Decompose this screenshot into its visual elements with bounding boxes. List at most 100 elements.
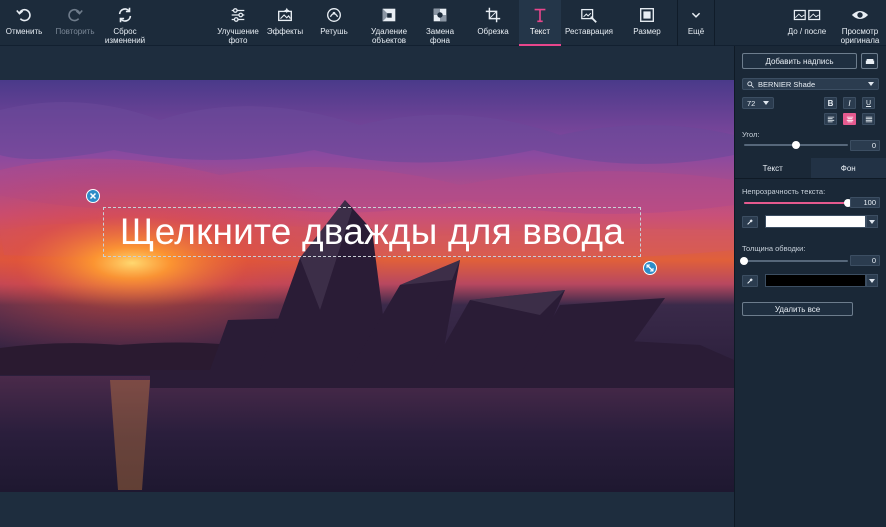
stroke-width-slider-knob[interactable] xyxy=(740,257,748,265)
opacity-slider[interactable] xyxy=(744,199,852,207)
text-color-picker-button[interactable] xyxy=(742,216,758,228)
add-caption-label: Добавить надпись xyxy=(765,56,834,66)
bold-button[interactable]: B xyxy=(824,97,837,109)
text-color-dropdown[interactable] xyxy=(866,215,878,228)
delete-all-button[interactable]: Удалить все xyxy=(742,302,853,316)
font-family-select[interactable]: BERNIER Shade xyxy=(742,78,879,90)
sofa-icon xyxy=(865,58,874,64)
delete-all-label: Удалить все xyxy=(774,304,821,314)
remove-objects-button[interactable]: Удаление объектов xyxy=(365,0,413,46)
text-tool-button[interactable]: Текст xyxy=(519,0,561,46)
replace-bg-button[interactable]: Замена фона xyxy=(418,0,462,46)
italic-icon: I xyxy=(848,98,851,108)
enhance-button[interactable]: Улучшение фото xyxy=(214,0,262,46)
canvas-area: Щелкните дважды для ввода xyxy=(0,46,734,527)
reset-button[interactable]: Сброс изменений xyxy=(100,0,150,46)
retouch-icon xyxy=(327,8,341,22)
tabs-divider xyxy=(735,178,886,179)
italic-button[interactable]: I xyxy=(843,97,856,109)
text-color-swatch[interactable] xyxy=(765,215,866,228)
effects-button[interactable]: Эффекты xyxy=(264,0,306,46)
restore-icon xyxy=(581,8,597,23)
photo-editor-app: Отменить Повторить Сброс изменений Улучш… xyxy=(0,0,886,527)
underline-button[interactable]: U xyxy=(862,97,875,109)
delete-text-handle[interactable] xyxy=(86,189,100,203)
tab-background-label: Фон xyxy=(840,163,856,173)
stroke-color-swatch[interactable] xyxy=(765,274,866,287)
angle-value: 0 xyxy=(871,141,876,150)
close-icon xyxy=(89,192,97,200)
redo-button[interactable]: Повторить xyxy=(52,0,98,46)
font-family-value: BERNIER Shade xyxy=(758,79,816,89)
undo-icon xyxy=(16,8,31,22)
text-properties-panel: Добавить надпись BERNIER Shade 72 B I U … xyxy=(734,46,886,527)
angle-slider-knob[interactable] xyxy=(792,141,800,149)
align-left-button[interactable] xyxy=(824,113,837,125)
align-justify-icon xyxy=(865,116,872,122)
remove-objects-label: Удаление объектов xyxy=(370,27,408,45)
crop-button[interactable]: Обрезка xyxy=(472,0,514,46)
font-size-select[interactable]: 72 xyxy=(742,97,774,109)
stroke-width-value-field[interactable]: 0 xyxy=(850,255,880,266)
redo-label: Повторить xyxy=(55,27,95,36)
text-layer-content[interactable]: Щелкните дважды для ввода xyxy=(120,211,624,253)
bold-icon: B xyxy=(827,98,834,108)
photo-image[interactable] xyxy=(0,80,734,492)
align-right-button[interactable] xyxy=(862,113,875,125)
resize-icon xyxy=(640,8,654,22)
resize-text-handle[interactable] xyxy=(643,261,657,275)
resize-arrows-icon xyxy=(646,264,654,272)
add-caption-button[interactable]: Добавить надпись xyxy=(742,53,857,69)
angle-slider[interactable] xyxy=(744,141,848,149)
tab-text-label: Текст xyxy=(762,163,783,173)
stroke-color-picker-button[interactable] xyxy=(742,275,758,287)
preview-original-button[interactable]: Просмотр оригинала xyxy=(836,0,884,46)
stroke-color-dropdown[interactable] xyxy=(866,274,878,287)
restore-label: Реставрация xyxy=(565,27,613,36)
enhance-label: Улучшение фото xyxy=(217,27,259,45)
tab-background[interactable]: Фон xyxy=(810,158,886,178)
opacity-value-field[interactable]: 100 xyxy=(850,197,880,208)
align-center-button[interactable] xyxy=(843,113,856,125)
angle-label: Угол: xyxy=(742,130,760,139)
tab-text[interactable]: Текст xyxy=(735,158,811,178)
text-layer-box[interactable]: Щелкните дважды для ввода xyxy=(103,207,641,257)
replace-bg-icon xyxy=(433,8,447,22)
eyedropper-icon xyxy=(747,278,753,284)
angle-value-field[interactable]: 0 xyxy=(850,140,880,151)
search-icon xyxy=(747,80,754,88)
reset-label: Сброс изменений xyxy=(104,27,146,45)
eye-icon xyxy=(851,10,869,20)
redo-icon xyxy=(68,8,83,22)
chevron-down-icon xyxy=(691,12,701,18)
retouch-button[interactable]: Ретушь xyxy=(313,0,355,46)
preview-original-label: Просмотр оригинала xyxy=(840,27,880,45)
before-after-icon xyxy=(793,9,821,21)
text-t-icon xyxy=(534,8,546,23)
opacity-slider-fill xyxy=(744,202,848,204)
opacity-value: 100 xyxy=(863,198,876,207)
reset-icon xyxy=(118,7,132,23)
underline-icon: U xyxy=(865,99,872,107)
font-size-value: 72 xyxy=(747,98,756,108)
replace-bg-label: Замена фона xyxy=(425,27,455,45)
more-label: Ещё xyxy=(687,27,705,36)
crop-icon xyxy=(485,7,501,23)
remove-objects-icon xyxy=(382,8,396,22)
resize-button[interactable]: Размер xyxy=(624,0,670,46)
align-left-icon xyxy=(827,116,834,122)
restore-button[interactable]: Реставрация xyxy=(563,0,615,46)
more-button[interactable]: Ещё xyxy=(678,0,714,46)
text-style-button[interactable] xyxy=(861,53,878,69)
text-bg-tabs: Текст Фон xyxy=(735,158,886,178)
resize-label: Размер xyxy=(633,27,661,36)
before-after-button[interactable]: До / после xyxy=(782,0,832,46)
opacity-label: Непрозрачность текста: xyxy=(742,187,826,196)
sydney-opera-house-sunset-photo xyxy=(0,80,734,492)
sliders-icon xyxy=(231,8,245,22)
effects-label: Эффекты xyxy=(266,27,304,36)
undo-button[interactable]: Отменить xyxy=(2,0,46,46)
undo-label: Отменить xyxy=(5,27,43,36)
stroke-width-slider[interactable] xyxy=(740,257,848,265)
align-center-icon xyxy=(846,116,853,122)
